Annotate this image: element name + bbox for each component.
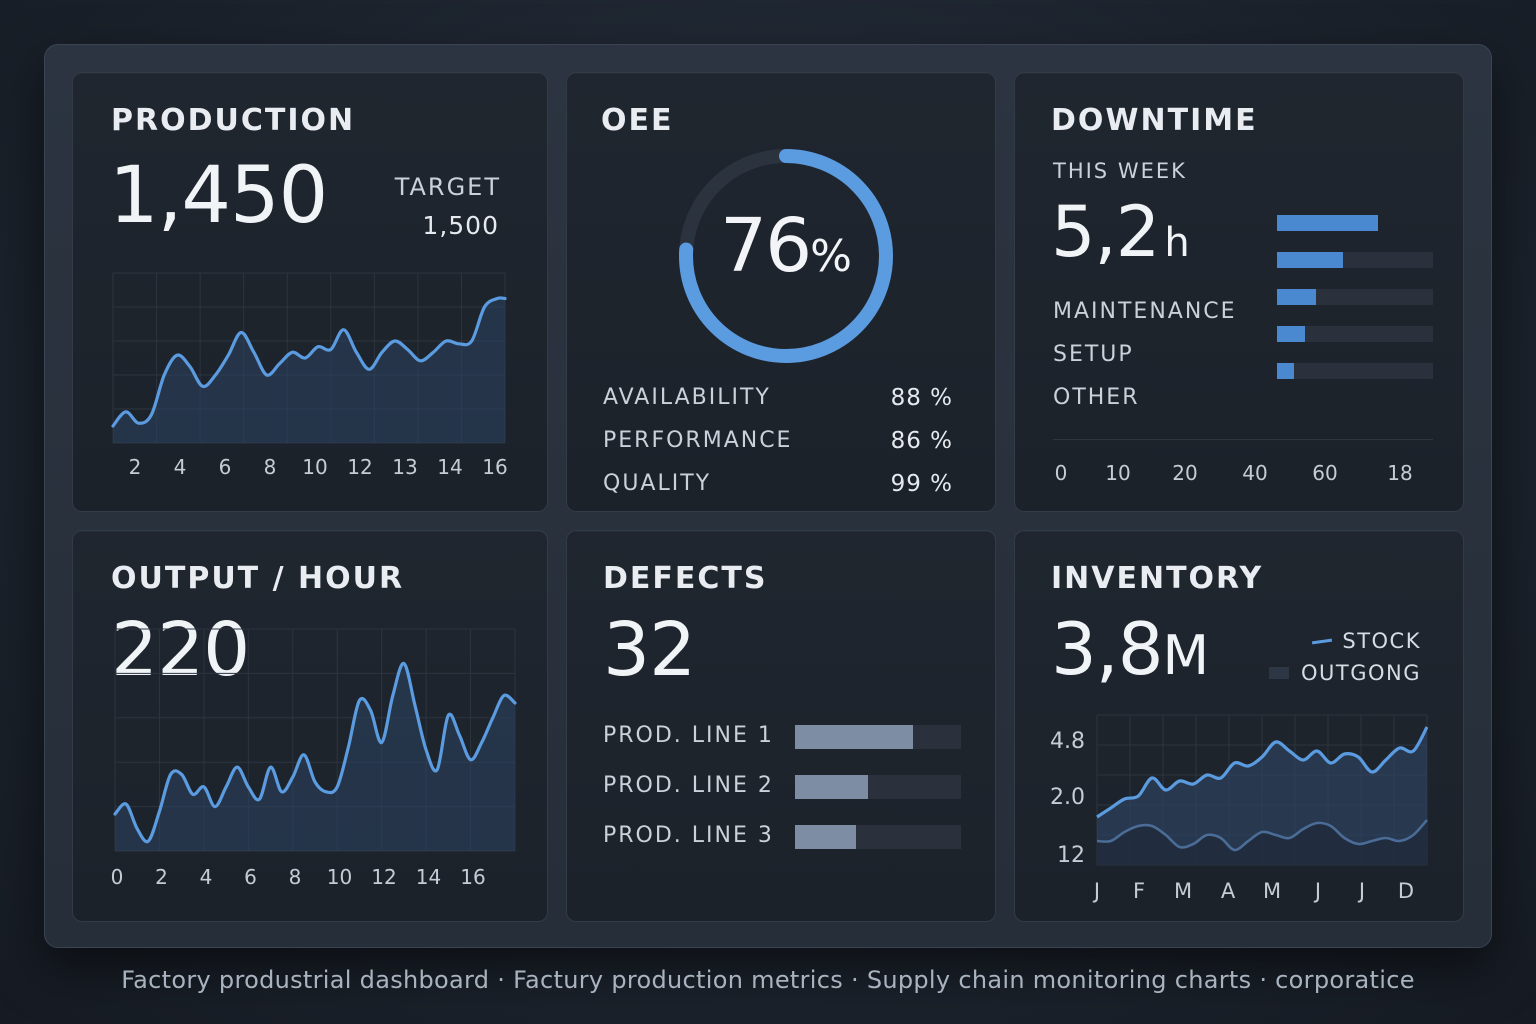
legend-outgoing: OUTGONG: [1268, 657, 1421, 689]
defects-title: DEFECTS: [603, 561, 768, 596]
downtime-bar-track: [1277, 363, 1433, 379]
production-title: PRODUCTION: [111, 103, 356, 138]
footer-caption: Factory produstrial dashboard · Factury …: [121, 966, 1415, 994]
output-card: OUTPUT / HOUR 220 0 2 4 6 8 10 12 14 16: [72, 530, 548, 922]
legend-outgoing-label: OUTGONG: [1300, 661, 1421, 685]
output-x-tick: 14: [415, 865, 442, 889]
output-title: OUTPUT / HOUR: [111, 561, 405, 596]
downtime-category-label: SETUP: [1053, 342, 1134, 367]
inventory-y-tick: 12: [1057, 843, 1085, 868]
production-x-tick: 12: [347, 455, 373, 479]
oee-value-number: 76: [720, 203, 812, 289]
oee-metric-label: QUALITY: [603, 471, 712, 496]
production-x-tick: 10: [302, 455, 328, 479]
downtime-x-tick: 10: [1105, 461, 1131, 485]
downtime-x-tick: 40: [1242, 461, 1268, 485]
output-series-area: [115, 663, 515, 851]
downtime-bar: [1277, 326, 1306, 342]
downtime-x-tick: 20: [1172, 461, 1198, 485]
inventory-x-tick: M: [1262, 879, 1282, 903]
defect-line-label: PROD. LINE 1: [603, 723, 774, 748]
production-target-label: TARGET: [394, 173, 501, 201]
inventory-title: INVENTORY: [1051, 561, 1264, 596]
downtime-category-label: MAINTENANCE: [1053, 299, 1237, 324]
production-x-tick: 13: [392, 455, 418, 479]
oee-card: OEE 76% AVAILABILITY 88 % PERFORMANCE 86 % Q…: [566, 72, 996, 512]
production-target-value: 1,500: [422, 211, 499, 240]
inventory-x-tick: J: [1093, 879, 1101, 903]
production-x-tick: 6: [218, 455, 232, 479]
inventory-value-unit: M: [1162, 624, 1210, 687]
output-x-tick: 16: [460, 865, 486, 889]
downtime-bar: [1277, 252, 1343, 268]
output-x-tick: 12: [371, 865, 397, 889]
inventory-value-number: 3,8: [1051, 607, 1164, 691]
defect-bar: [795, 775, 869, 799]
inventory-legend: STOCK OUTGONG: [1268, 625, 1421, 689]
inventory-x-tick: D: [1397, 879, 1415, 903]
oee-metric-label: PERFORMANCE: [603, 428, 793, 453]
legend-stock-swatch: [1312, 638, 1333, 644]
production-chart: [111, 272, 507, 444]
output-x-tick: 6: [244, 865, 257, 889]
downtime-axis-line: [1053, 439, 1433, 440]
inventory-x-tick: A: [1220, 879, 1236, 903]
downtime-card: DOWNTIME THIS WEEK 5,2 h MAINTENANCE SETU…: [1014, 72, 1464, 512]
production-x-tick: 8: [263, 455, 277, 479]
output-chart: [113, 628, 517, 852]
production-x-tick: 4: [173, 455, 187, 479]
defect-bar: [795, 725, 913, 749]
oee-metric-value: 99 %: [890, 471, 953, 497]
inventory-x-tick: F: [1132, 879, 1146, 903]
inventory-x-tick: J: [1314, 879, 1322, 903]
downtime-title: DOWNTIME: [1051, 103, 1258, 138]
defect-bar: [795, 825, 857, 849]
output-x-tick: 4: [199, 865, 213, 889]
production-x-tick: 14: [437, 455, 463, 479]
downtime-x-tick: 18: [1387, 461, 1413, 485]
production-card: PRODUCTION 1,450 TARGET 1,500 2 4 6 8 10 12 13…: [72, 72, 548, 512]
downtime-value-number: 5,2: [1051, 191, 1160, 273]
inventory-x-tick: M: [1173, 879, 1193, 903]
downtime-bar: [1277, 215, 1379, 231]
output-x-tick: 2: [155, 865, 168, 889]
downtime-value-unit: h: [1164, 220, 1190, 266]
production-x-tick: 16: [482, 455, 508, 479]
production-x-tick: 2: [128, 455, 142, 479]
downtime-category-label: OTHER: [1053, 385, 1140, 410]
defect-line-label: PROD. LINE 3: [603, 823, 774, 848]
production-series-area: [113, 297, 505, 443]
legend-stock-label: STOCK: [1342, 629, 1421, 653]
inventory-card: INVENTORY 3,8M STOCK OUTGONG 4.8 2.0 12 JF…: [1014, 530, 1464, 922]
defects-value: 32: [603, 607, 696, 693]
production-value: 1,450: [109, 151, 328, 241]
downtime-period: THIS WEEK: [1053, 159, 1187, 183]
oee-title: OEE: [601, 103, 674, 138]
oee-value-unit: %: [810, 231, 852, 282]
output-x-tick: 0: [110, 865, 124, 889]
downtime-x-tick: 60: [1312, 461, 1338, 485]
legend-outgoing-swatch: [1268, 667, 1289, 679]
inventory-value: 3,8M: [1051, 607, 1209, 691]
inventory-x-tick: J: [1358, 879, 1366, 903]
defects-card: DEFECTS 32 PROD. LINE 1 PROD. LINE 2 PROD.…: [566, 530, 996, 922]
output-x-tick: 10: [326, 865, 353, 889]
inventory-y-tick: 2.0: [1050, 785, 1085, 810]
output-x-tick: 8: [288, 865, 302, 889]
defect-line-label: PROD. LINE 2: [603, 773, 774, 798]
downtime-value: 5,2 h: [1051, 191, 1190, 273]
inventory-chart: [1096, 714, 1429, 866]
downtime-x-tick: 0: [1054, 461, 1068, 485]
oee-value: 76%: [673, 203, 899, 289]
inventory-y-tick: 4.8: [1050, 729, 1085, 754]
oee-metric-label: AVAILABILITY: [603, 385, 771, 410]
legend-stock: STOCK: [1269, 625, 1421, 657]
downtime-bar: [1277, 289, 1316, 305]
oee-metric-value: 88 %: [890, 385, 953, 411]
downtime-bar: [1277, 363, 1295, 379]
oee-metric-value: 86 %: [890, 428, 953, 454]
